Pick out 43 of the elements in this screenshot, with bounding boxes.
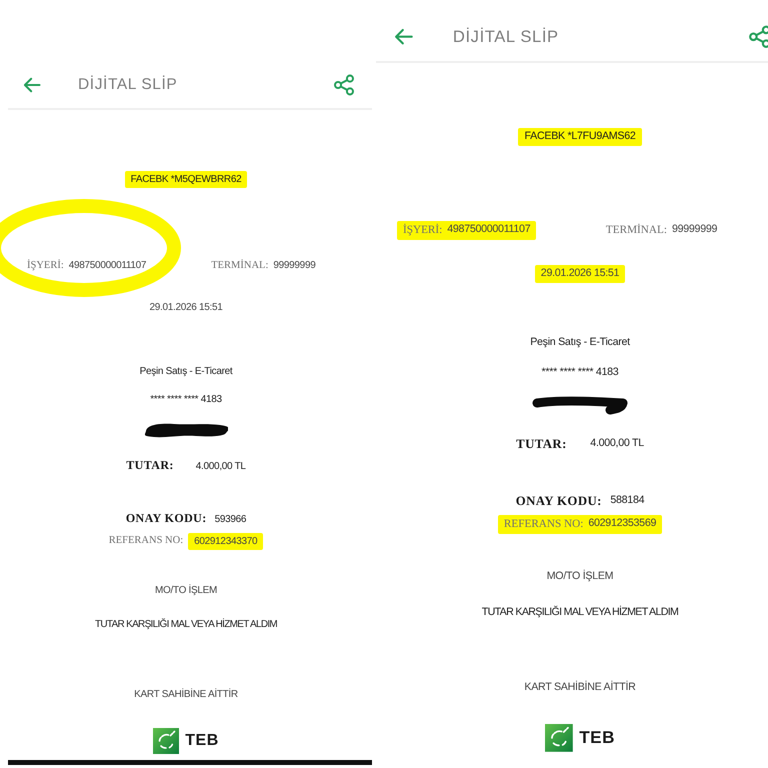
amount-value: 4.000,00 TL [590, 437, 644, 452]
terminal-label: TERMİNAL: [211, 259, 268, 273]
bank-logo-icon [153, 728, 180, 754]
approval-code-value: 593966 [214, 512, 246, 526]
transaction-date: 29.01.2026 15:51 [149, 300, 223, 314]
transaction-date: 29.01.2026 15:51 [534, 265, 626, 284]
share-icon[interactable] [748, 24, 768, 48]
transaction-channel: MO/TO İŞLEM [154, 584, 218, 596]
merchant-id-label: İŞYERİ: [403, 222, 442, 238]
cardholder-statement: TUTAR KARŞILIĞI MAL VEYA HİZMET ALDIM [94, 618, 278, 630]
amount-label: TUTAR: [126, 458, 174, 474]
card-number: **** **** **** 4183 [542, 366, 618, 380]
terminal-id-value: 99999999 [273, 259, 316, 272]
page-title: DİJİTAL SLİP [78, 76, 178, 94]
amount-label: TUTAR: [516, 436, 567, 453]
merchant-name: FACEBK *M5QEWBRR62 [124, 170, 248, 188]
bank-logo-icon [545, 724, 573, 752]
merchant-id-value: 498750000011107 [68, 259, 146, 272]
amount-value: 4.000,00 TL [196, 460, 246, 472]
back-arrow-icon[interactable] [22, 75, 42, 95]
merchant-name: FACEBK *L7FU9AMS62 [518, 128, 642, 146]
terminal-label: TERMİNAL: [606, 222, 667, 238]
transaction-type: Peşin Satış - E-Ticaret [530, 336, 630, 350]
reference-no-label: REFERANS NO: [108, 534, 184, 548]
reference-no-value: 602912343370 [188, 532, 264, 550]
cardholder-statement: TUTAR KARŞILIĞI MAL VEYA HİZMET ALDIM [482, 606, 678, 620]
reference-no-value: 602912353569 [588, 517, 656, 532]
copy-note: KART SAHİBİNE AİTTİR [134, 688, 238, 700]
merchant-id-value: 498750000011107 [447, 223, 530, 238]
merchant-id-label: İŞYERİ: [27, 259, 64, 273]
share-icon[interactable] [333, 74, 355, 96]
page-title: DİJİTAL SLİP [452, 26, 560, 47]
copy-note: KART SAHİBİNE AİTTİR [524, 681, 636, 695]
transaction-type: Peşin Satış - E-Ticaret [140, 364, 232, 378]
approval-code-label: ONAY KODU: [516, 492, 602, 510]
approval-code-label: ONAY KODU: [126, 511, 207, 527]
bank-name: TEB [185, 732, 219, 750]
approval-code-value: 588184 [610, 494, 644, 508]
terminal-id-value: 99999999 [672, 223, 718, 238]
card-number: **** **** **** 4183 [150, 392, 222, 406]
reference-no-label: REFERANS NO: [504, 517, 584, 532]
transaction-channel: MO/TO İŞLEM [546, 570, 614, 584]
bank-name: TEB [579, 728, 615, 748]
